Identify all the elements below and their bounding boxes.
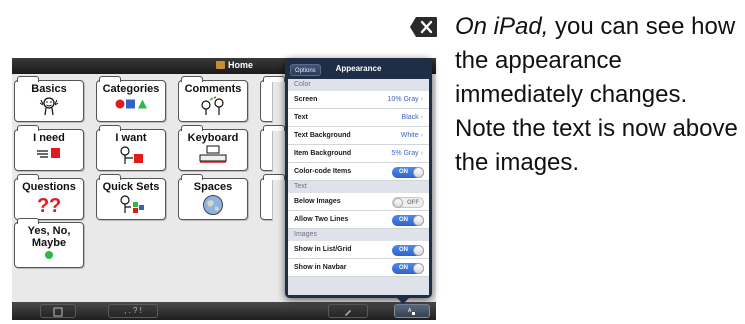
row-label: Screen bbox=[294, 96, 318, 103]
row-label: Below Images bbox=[294, 198, 341, 205]
row-color-code-items: Color-code Items ON bbox=[288, 163, 429, 181]
row-label: Color-code Items bbox=[294, 168, 352, 175]
globe-icon bbox=[203, 195, 223, 215]
green-dot-icon bbox=[45, 251, 53, 259]
reaching-hand-icon bbox=[37, 148, 60, 158]
tile-label: Quick Sets bbox=[102, 181, 160, 193]
row-text[interactable]: Text Black › bbox=[288, 109, 429, 127]
row-value: 5% Gray bbox=[391, 150, 419, 157]
section-header-color: Color bbox=[294, 81, 311, 88]
row-value: Black bbox=[401, 114, 419, 121]
svg-text:?: ? bbox=[37, 195, 49, 214]
navbar-title: Home bbox=[228, 60, 254, 70]
settings-list: Color Screen 10% Gray › Text Black › Text … bbox=[288, 79, 429, 295]
tile-i-need[interactable]: I need bbox=[14, 125, 84, 171]
row-item-background[interactable]: Item Background 5% Gray › bbox=[288, 145, 429, 163]
pencil-icon bbox=[345, 310, 351, 316]
chevron-right-icon: › bbox=[420, 150, 423, 157]
tile-categories[interactable]: Categories bbox=[96, 76, 166, 122]
pages-icon bbox=[53, 307, 63, 317]
waving-person-icon bbox=[39, 97, 59, 116]
person-wanting-icon bbox=[120, 146, 143, 164]
keyboard-icon bbox=[199, 145, 227, 163]
allow-two-lines-toggle[interactable]: ON bbox=[392, 215, 424, 226]
home-icon bbox=[216, 61, 225, 69]
tile-i-want[interactable]: I want bbox=[96, 125, 166, 171]
color-code-toggle[interactable]: ON bbox=[392, 167, 424, 178]
popover-header: Options Appearance bbox=[288, 61, 429, 79]
row-label: Text Background bbox=[294, 132, 351, 139]
appearance-button[interactable]: A bbox=[394, 304, 430, 318]
talking-people-icon bbox=[201, 96, 224, 115]
tile-questions[interactable]: Questions ? ? bbox=[14, 174, 84, 220]
tile-label: Comments bbox=[184, 83, 242, 95]
tile-partial-hidden[interactable] bbox=[260, 76, 285, 122]
tile-label: I want bbox=[115, 132, 147, 144]
show-navbar-toggle[interactable]: ON bbox=[392, 263, 424, 274]
row-value: White bbox=[400, 132, 419, 139]
tile-label: Keyboard bbox=[187, 132, 239, 144]
chevron-right-icon: › bbox=[420, 114, 423, 121]
punctuation-label: , . ? ! bbox=[124, 306, 142, 315]
chevron-right-icon: › bbox=[420, 96, 423, 103]
tile-label: Yes, No, Maybe bbox=[27, 225, 71, 249]
tile-label: Categories bbox=[102, 83, 160, 95]
popover-arrow bbox=[396, 297, 410, 304]
show-list-grid-toggle[interactable]: ON bbox=[392, 245, 424, 256]
message-bar[interactable] bbox=[12, 0, 436, 58]
tile-label: Spaces bbox=[193, 181, 233, 193]
bottom-toolbar: , . ? ! A bbox=[12, 302, 436, 320]
row-label: Allow Two Lines bbox=[294, 216, 349, 223]
section-header-text: Text bbox=[294, 183, 307, 190]
row-show-navbar: Show in Navbar ON bbox=[288, 259, 429, 277]
row-value: 10% Gray bbox=[387, 96, 419, 103]
row-allow-two-lines: Allow Two Lines ON bbox=[288, 211, 429, 229]
shapes-icon bbox=[115, 99, 147, 109]
tile-label: Basics bbox=[31, 83, 67, 95]
tile-partial-hidden[interactable] bbox=[260, 125, 285, 171]
tile-comments[interactable]: Comments bbox=[178, 76, 248, 122]
row-label: Show in List/Grid bbox=[294, 246, 352, 253]
home-button[interactable]: Home bbox=[216, 60, 253, 70]
tile-yes-no-maybe[interactable]: Yes, No, Maybe bbox=[14, 218, 84, 268]
tile-quick-sets[interactable]: Quick Sets bbox=[96, 174, 166, 220]
close-icon[interactable] bbox=[410, 16, 438, 38]
person-blocks-icon bbox=[120, 195, 144, 213]
section-header-images: Images bbox=[294, 231, 317, 238]
tile-label: I need bbox=[33, 132, 65, 144]
tile-label: Questions bbox=[22, 181, 76, 193]
punctuation-button[interactable]: , . ? ! bbox=[108, 304, 158, 318]
row-label: Text bbox=[294, 114, 308, 121]
tile-partial-hidden[interactable] bbox=[260, 174, 285, 220]
caption-italic: On iPad, bbox=[455, 13, 549, 40]
tile-spaces[interactable]: Spaces bbox=[178, 174, 248, 220]
question-marks-icon: ? ? bbox=[37, 195, 61, 214]
appearance-popover: Options Appearance Color Screen 10% Gray… bbox=[285, 58, 432, 298]
row-text-background[interactable]: Text Background White › bbox=[288, 127, 429, 145]
appearance-icon: A bbox=[408, 308, 415, 315]
screenshot-root: Home Basics Categories Comments I need I… bbox=[0, 0, 745, 324]
svg-text:?: ? bbox=[49, 195, 61, 214]
chevron-right-icon: › bbox=[420, 132, 423, 139]
tile-keyboard[interactable]: Keyboard bbox=[178, 125, 248, 171]
svg-text:A: A bbox=[408, 308, 412, 314]
edit-button[interactable] bbox=[328, 304, 368, 318]
pages-button[interactable] bbox=[40, 304, 76, 318]
row-below-images: Below Images OFF bbox=[288, 193, 429, 211]
row-screen[interactable]: Screen 10% Gray › bbox=[288, 91, 429, 109]
popover-title: Appearance bbox=[335, 64, 382, 73]
below-images-toggle[interactable]: OFF bbox=[392, 197, 424, 208]
ipad-screen: Home Basics Categories Comments I need I… bbox=[12, 0, 436, 320]
caption-text: On iPad, you can see how the appearance … bbox=[455, 10, 740, 180]
row-label: Show in Navbar bbox=[294, 264, 347, 271]
tile-basics[interactable]: Basics bbox=[14, 76, 84, 122]
row-show-list-grid: Show in List/Grid ON bbox=[288, 241, 429, 259]
row-label: Item Background bbox=[294, 150, 352, 157]
